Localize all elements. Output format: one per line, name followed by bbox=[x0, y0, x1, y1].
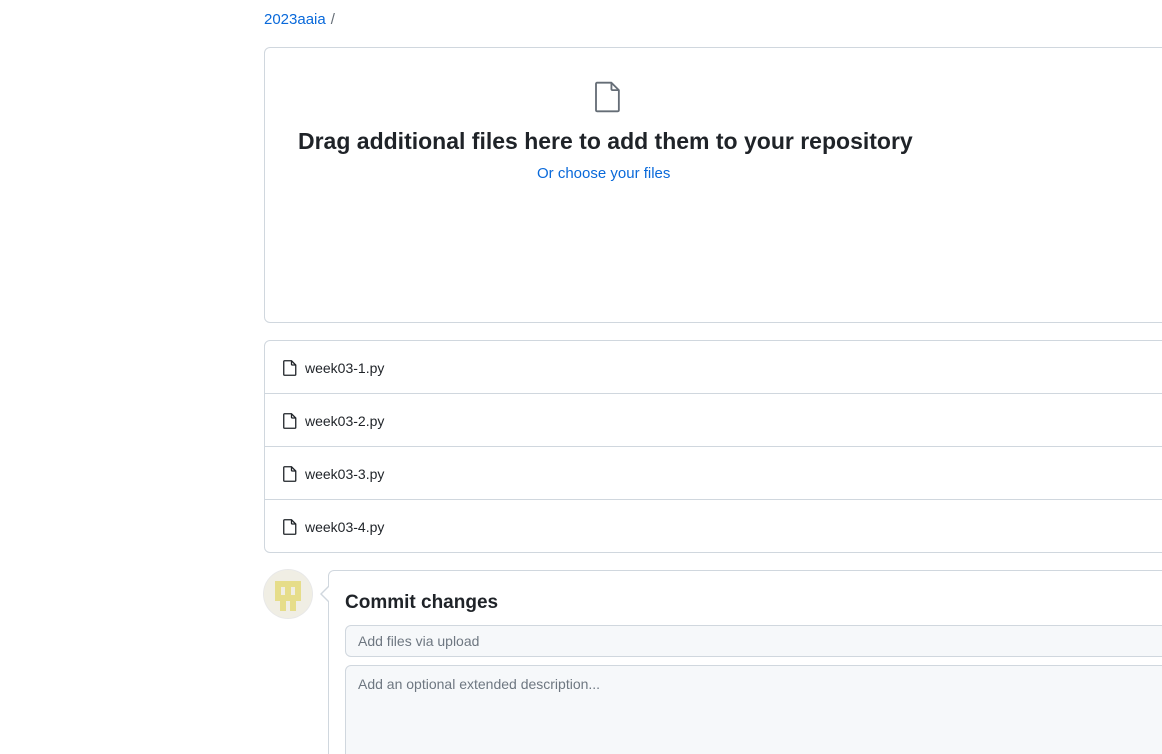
breadcrumb-repo-link[interactable]: 2023aaia bbox=[264, 11, 326, 28]
avatar[interactable] bbox=[264, 570, 312, 618]
dropzone-or-text: Or bbox=[537, 165, 554, 182]
file-name: week03-1.py bbox=[305, 360, 385, 376]
choose-files-link[interactable]: choose your files bbox=[558, 165, 671, 182]
file-row: week03-1.py bbox=[265, 341, 1162, 394]
commit-summary-input[interactable] bbox=[345, 625, 1162, 657]
file-row: week03-4.py bbox=[265, 500, 1162, 552]
dropzone-title: Drag additional files here to add them t… bbox=[298, 128, 913, 154]
file-icon bbox=[283, 413, 297, 429]
commit-description-textarea[interactable] bbox=[345, 665, 1162, 754]
commit-title: Commit changes bbox=[345, 592, 499, 613]
file-dropzone[interactable] bbox=[264, 47, 1162, 323]
breadcrumb-separator: / bbox=[330, 11, 335, 28]
file-row: week03-2.py bbox=[265, 394, 1162, 447]
upload-files-page: 2023aaia / Drag additional files here to … bbox=[0, 0, 1162, 754]
uploaded-file-list: week03-1.py week03-2.py week03-3.py week… bbox=[264, 340, 1162, 553]
file-icon bbox=[595, 81, 620, 113]
file-icon bbox=[283, 466, 297, 482]
breadcrumb: 2023aaia / bbox=[264, 10, 335, 30]
file-name: week03-3.py bbox=[305, 466, 385, 482]
dropzone-subtitle: Or choose your files bbox=[537, 164, 670, 184]
commit-form-caret-fill bbox=[322, 587, 329, 601]
identicon-icon bbox=[264, 570, 312, 618]
file-name: week03-2.py bbox=[305, 413, 385, 429]
file-icon bbox=[283, 519, 297, 535]
file-name: week03-4.py bbox=[305, 519, 385, 535]
file-icon bbox=[283, 360, 297, 376]
file-row: week03-3.py bbox=[265, 447, 1162, 500]
